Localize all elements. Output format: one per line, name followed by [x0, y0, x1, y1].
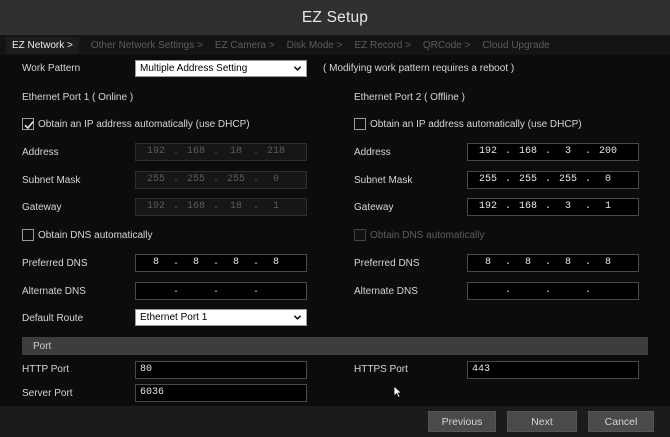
- ez-setup-window: EZ Setup EZ Network > Other Network Sett…: [0, 0, 670, 437]
- server-port-label: Server Port: [22, 388, 73, 399]
- tab-ez-camera: EZ Camera >: [214, 39, 275, 51]
- work-pattern-select[interactable]: Multiple Address Setting: [135, 60, 307, 77]
- server-port-input[interactable]: 6036: [135, 384, 307, 402]
- tab-qrcode: QRCode >: [422, 39, 471, 51]
- port-section-title: Port: [33, 340, 52, 352]
- https-port-label: HTTPS Port: [354, 364, 408, 375]
- work-pattern-note: ( Modifying work pattern requires a rebo…: [323, 63, 515, 74]
- previous-button[interactable]: Previous: [428, 411, 496, 432]
- cancel-button[interactable]: Cancel: [588, 411, 654, 432]
- chevron-down-icon: [293, 315, 302, 320]
- port1-subnet-label: Subnet Mask: [22, 175, 81, 186]
- port2-heading: Ethernet Port 2 ( Offline ): [354, 92, 465, 103]
- port2-subnet-label: Subnet Mask: [354, 175, 413, 186]
- port2-dns-auto-label: Obtain DNS automatically: [370, 230, 485, 241]
- port1-alternate-dns-label: Alternate DNS: [22, 286, 86, 297]
- port2-alternate-dns-label: Alternate DNS: [354, 286, 418, 297]
- port1-gateway-input: 192. 168. 18. 1: [135, 198, 307, 216]
- port1-preferred-dns-input[interactable]: 8. 8. 8. 8: [135, 254, 307, 272]
- default-route-label: Default Route: [22, 313, 84, 324]
- port2-dhcp-checkbox[interactable]: [354, 118, 366, 130]
- port1-dhcp-checkbox[interactable]: [22, 118, 34, 130]
- chevron-down-icon: [293, 66, 302, 71]
- checkmark-icon: [24, 121, 34, 130]
- https-port-input[interactable]: 443: [467, 361, 639, 379]
- port1-subnet-input: 255. 255. 255. 0: [135, 171, 307, 189]
- tab-ez-network[interactable]: EZ Network >: [6, 36, 79, 54]
- port1-dns-auto-checkbox[interactable]: [22, 229, 34, 241]
- port1-heading: Ethernet Port 1 ( Online ): [22, 92, 134, 103]
- work-pattern-label: Work Pattern: [22, 63, 81, 74]
- tab-disk-mode: Disk Mode >: [286, 39, 343, 51]
- title-bar: EZ Setup: [0, 0, 670, 35]
- port2-preferred-dns-label: Preferred DNS: [354, 258, 420, 269]
- mouse-pointer-icon: [393, 385, 403, 399]
- port2-preferred-dns-input[interactable]: 8. 8. 8. 8: [467, 254, 639, 272]
- wizard-steps: EZ Network > Other Network Settings > EZ…: [0, 35, 670, 55]
- http-port-input[interactable]: 80: [135, 361, 307, 379]
- default-route-select[interactable]: Ethernet Port 1: [135, 309, 307, 326]
- tab-cloud-upgrade: Cloud Upgrade: [482, 39, 550, 51]
- port2-alternate-dns-input[interactable]: . . .: [467, 282, 639, 300]
- port2-dhcp-label: Obtain an IP address automatically (use …: [370, 119, 582, 130]
- port2-subnet-input[interactable]: 255. 255. 255. 0: [467, 171, 639, 189]
- port2-dns-auto-checkbox: [354, 229, 366, 241]
- port1-dhcp-label: Obtain an IP address automatically (use …: [38, 119, 250, 130]
- port1-dns-auto-label: Obtain DNS automatically: [38, 230, 153, 241]
- window-title: EZ Setup: [301, 8, 369, 26]
- http-port-label: HTTP Port: [22, 364, 70, 375]
- port1-alternate-dns-input[interactable]: . . .: [135, 282, 307, 300]
- port-section-header: Port: [22, 337, 648, 355]
- work-pattern-value: Multiple Address Setting: [140, 63, 248, 74]
- port1-preferred-dns-label: Preferred DNS: [22, 258, 88, 269]
- port2-gateway-label: Gateway: [354, 202, 394, 213]
- next-button[interactable]: Next: [507, 411, 577, 432]
- port1-gateway-label: Gateway: [22, 202, 62, 213]
- default-route-value: Ethernet Port 1: [140, 312, 208, 323]
- port2-address-input[interactable]: 192. 168. 3. 200: [467, 143, 639, 161]
- port2-address-label: Address: [354, 147, 391, 158]
- port1-address-label: Address: [22, 147, 59, 158]
- port1-address-input: 192. 168. 18. 218: [135, 143, 307, 161]
- port2-gateway-input[interactable]: 192. 168. 3. 1: [467, 198, 639, 216]
- tab-other-network-settings: Other Network Settings >: [90, 39, 203, 51]
- tab-ez-record: EZ Record >: [354, 39, 411, 51]
